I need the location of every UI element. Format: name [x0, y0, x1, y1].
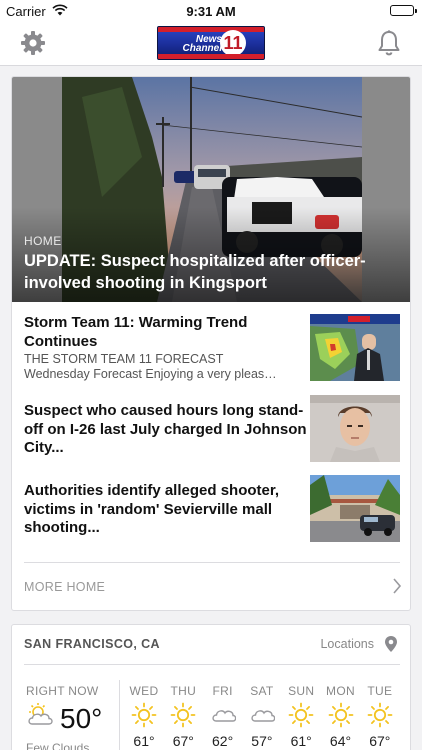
- forecast-day-label: WED: [129, 684, 159, 698]
- forecast-temperature: 67°: [369, 733, 391, 749]
- forecast-day: WED 61°: [125, 684, 163, 749]
- current-temperature: 50°: [60, 703, 103, 734]
- cloud-icon: [204, 702, 242, 728]
- story-thumbnail[interactable]: [310, 475, 400, 542]
- sun-icon: [164, 702, 202, 728]
- home-news-card: HOME UPDATE: Suspect hospitalized after …: [11, 76, 411, 611]
- logo-text-channel: Channel: [182, 43, 222, 54]
- featured-section-label: HOME: [24, 234, 62, 248]
- bell-icon[interactable]: [376, 29, 402, 57]
- sun-icon: [282, 702, 320, 728]
- story-thumbnail[interactable]: [310, 314, 400, 381]
- forecast-temperature: 61°: [133, 733, 155, 749]
- locations-button[interactable]: Locations: [320, 637, 374, 651]
- sun-icon: [361, 702, 399, 728]
- divider: [119, 680, 120, 750]
- forecast-day: SAT 57°: [243, 684, 281, 749]
- forecast-day-label: SUN: [288, 684, 315, 698]
- battery-icon: [390, 5, 417, 16]
- sun-icon: [322, 702, 360, 728]
- list-item[interactable]: Suspect who caused hours long stand-off …: [12, 395, 410, 467]
- story-thumbnail[interactable]: [310, 395, 400, 462]
- story-description: Wednesday Forecast Enjoying a very pleas…: [24, 367, 277, 381]
- logo-number: 11: [220, 30, 246, 56]
- story-kicker: THE STORM TEAM 11 FORECAST: [24, 352, 224, 366]
- story-title[interactable]: Suspect who caused hours long stand-off …: [24, 402, 309, 458]
- featured-headline[interactable]: UPDATE: Suspect hospitalized after offic…: [24, 250, 396, 294]
- chevron-right-icon: [392, 577, 402, 600]
- story-title[interactable]: Authorities identify alleged shooter, vi…: [24, 482, 309, 538]
- divider: [24, 664, 400, 665]
- forecast-temperature: 67°: [172, 733, 194, 749]
- forecast-day-label: TUE: [367, 684, 393, 698]
- forecast-day: THU 67°: [164, 684, 202, 749]
- list-item[interactable]: Storm Team 11: Warming Trend Continues T…: [12, 314, 410, 386]
- forecast-day-label: FRI: [212, 684, 233, 698]
- weather-card: SAN FRANCISCO, CA Locations RIGHT NOW 50…: [11, 624, 411, 750]
- story-title[interactable]: Storm Team 11: Warming Trend Continues: [24, 314, 309, 351]
- clock: 9:31 AM: [186, 4, 236, 19]
- forecast-day: MON 64°: [322, 684, 360, 749]
- cloud-icon: [243, 702, 281, 728]
- forecast-temperature: 61°: [290, 733, 312, 749]
- forecast-temperature: 62°: [212, 733, 234, 749]
- forecast-day: FRI 62°: [204, 684, 242, 749]
- featured-story[interactable]: HOME UPDATE: Suspect hospitalized after …: [12, 77, 410, 302]
- forecast-temperature: 57°: [251, 733, 273, 749]
- forecast-day: SUN 61°: [282, 684, 320, 749]
- right-now-label: RIGHT NOW: [26, 684, 99, 698]
- more-home-link[interactable]: MORE HOME: [12, 563, 410, 610]
- weather-city: SAN FRANCISCO, CA: [24, 637, 160, 651]
- forecast-day-label: THU: [170, 684, 197, 698]
- nav-bar: News Channel 11: [0, 22, 422, 66]
- forecast-day-label: SAT: [250, 684, 274, 698]
- list-item[interactable]: Authorities identify alleged shooter, vi…: [12, 475, 410, 547]
- gear-icon[interactable]: [20, 30, 46, 56]
- status-bar: Carrier 9:31 AM: [0, 0, 422, 22]
- location-pin-icon[interactable]: [384, 635, 398, 658]
- forecast-temperature: 64°: [329, 733, 352, 749]
- forecast-day: TUE 67°: [361, 684, 399, 749]
- forecast-day-label: MON: [326, 684, 355, 698]
- current-condition: Few Clouds: [26, 741, 90, 750]
- news-channel-11-logo: News Channel 11: [157, 26, 265, 60]
- partly-cloudy-icon: [26, 702, 56, 733]
- sun-icon: [125, 702, 163, 728]
- more-home-label: MORE HOME: [24, 580, 106, 594]
